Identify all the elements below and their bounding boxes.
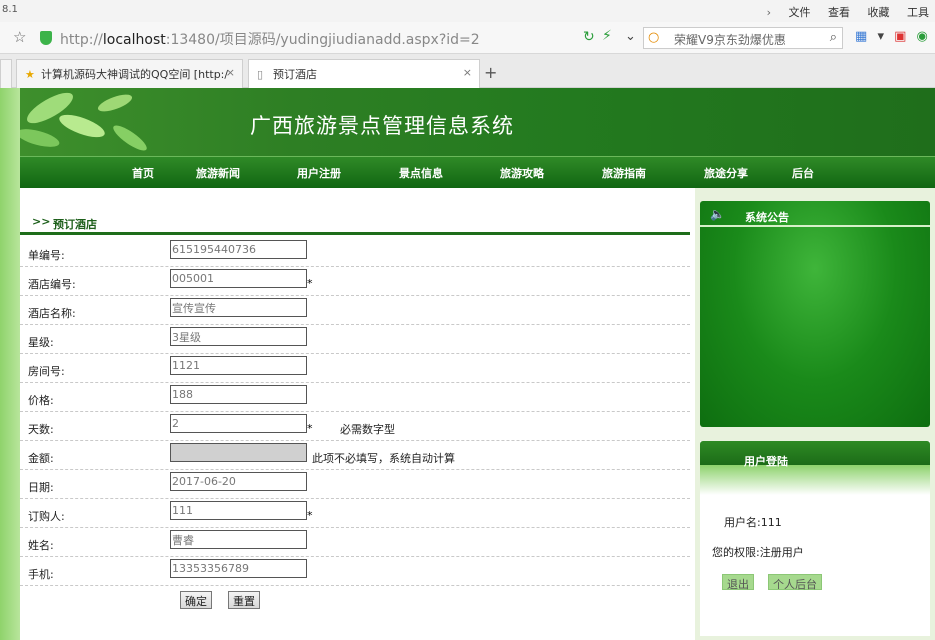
close-tab-icon[interactable]: ×	[463, 66, 472, 79]
nav-attractions[interactable]: 景点信息	[399, 165, 443, 181]
star-favicon-icon: ★	[25, 68, 35, 81]
browser-menu: › 文件 查看 收藏 工具	[753, 4, 929, 20]
form-buttons: 确定 重置	[20, 588, 690, 618]
left-decoration	[0, 88, 20, 640]
tab-hotel-booking[interactable]: ▯ 预订酒店 ×	[248, 59, 480, 89]
mail-icon[interactable]: ▣	[894, 29, 906, 44]
page-favicon-icon: ▯	[257, 68, 264, 81]
nav-admin[interactable]: 后台	[792, 165, 814, 181]
new-tab-button[interactable]: +	[484, 63, 497, 82]
notice-title: 系统公告	[745, 211, 789, 224]
search-engine-icon[interactable]: ○	[648, 30, 659, 45]
reset-button[interactable]: 重置	[228, 591, 260, 609]
chevron-right-icon[interactable]: ›	[767, 6, 771, 19]
speaker-icon: 🔈	[710, 207, 725, 221]
extension-icon[interactable]: ◉	[917, 29, 928, 44]
login-header	[700, 441, 930, 465]
section-title: 预订酒店	[53, 218, 97, 231]
nav-register[interactable]: 用户注册	[297, 165, 341, 181]
url-field[interactable]: http://localhost:13480/项目源码/yudingjiudia…	[60, 29, 480, 49]
form-row-buyer: 订购人: *	[20, 499, 690, 528]
days-input[interactable]	[170, 414, 307, 433]
menu-favorites[interactable]: 收藏	[868, 6, 890, 19]
nav-news[interactable]: 旅游新闻	[196, 165, 240, 181]
site-title: 广西旅游景点管理信息系统	[250, 114, 514, 138]
nav-home[interactable]: 首页	[132, 165, 154, 181]
date-input[interactable]	[170, 472, 307, 491]
menu-file[interactable]: 文件	[789, 6, 811, 19]
logout-button[interactable]: 退出	[722, 574, 754, 591]
order-no-input[interactable]	[170, 240, 307, 259]
form-row-name: 姓名:	[20, 528, 690, 557]
chevron-down-icon[interactable]: ⌄	[625, 29, 636, 44]
browser-title-strip: 8.1 › 文件 查看 收藏 工具	[0, 0, 935, 22]
form-row-room-no: 房间号:	[20, 354, 690, 383]
name-input[interactable]	[170, 530, 307, 549]
form-row-star: 星级:	[20, 325, 690, 354]
form-row-phone: 手机:	[20, 557, 690, 586]
address-bar: ☆ http://localhost:13480/项目源码/yudingjiud…	[0, 22, 935, 54]
favorite-star-icon[interactable]: ☆	[13, 28, 26, 46]
form-row-order-no: 单编号:	[20, 238, 690, 267]
notice-header: 🔈 系统公告	[700, 201, 930, 227]
form-row-days: 天数: * 必需数字型	[20, 412, 690, 441]
price-input[interactable]	[170, 385, 307, 404]
phone-input[interactable]	[170, 559, 307, 578]
room-no-input[interactable]	[170, 356, 307, 375]
lightning-icon[interactable]: ⚡	[602, 28, 612, 44]
section-header: >> 预订酒店	[20, 200, 690, 235]
notice-panel: 🔈 系统公告	[700, 201, 930, 427]
required-mark: *	[307, 422, 313, 435]
booking-panel: >> 预订酒店 单编号: 酒店编号: * 酒店名称: 星级: 房间号: 价格:	[20, 188, 695, 640]
tab-qq-space[interactable]: ★ 计算机源码大神调试的QQ空间 [http:/ ×	[16, 59, 243, 88]
nav-guides[interactable]: 旅游攻略	[500, 165, 544, 181]
toolbar-icons: ▦ ▾ ▣ ◉	[855, 29, 934, 44]
menu-view[interactable]: 查看	[828, 6, 850, 19]
login-header-fade	[700, 465, 930, 495]
double-arrow-icon: >>	[32, 215, 51, 228]
form-row-price: 价格:	[20, 383, 690, 412]
nav-tips[interactable]: 旅游指南	[602, 165, 646, 181]
confirm-button[interactable]: 确定	[180, 591, 212, 609]
login-title: 用户登陆	[744, 455, 788, 468]
login-panel: 用户登陆 用户名:111 您的权限:注册用户 退出 个人后台	[700, 441, 930, 636]
form-row-hotel-id: 酒店编号: *	[20, 267, 690, 296]
form-row-hotel-name: 酒店名称:	[20, 296, 690, 325]
required-mark: *	[307, 277, 313, 290]
main-nav: 首页 旅游新闻 用户注册 景点信息 旅游攻略 旅游指南 旅途分享 后台	[20, 156, 935, 188]
security-shield-icon	[40, 31, 52, 45]
leaves-decoration-icon	[20, 92, 147, 151]
close-tab-icon[interactable]: ×	[226, 66, 235, 79]
hotel-id-input[interactable]	[170, 269, 307, 288]
amount-hint: 此项不必填写，系统自动计算	[312, 452, 455, 465]
star-rating-input[interactable]	[170, 327, 307, 346]
required-mark: *	[307, 509, 313, 522]
menu-tools[interactable]: 工具	[907, 6, 929, 19]
refresh-icon[interactable]: ↻	[583, 29, 595, 45]
buyer-input[interactable]	[170, 501, 307, 520]
amount-input	[170, 443, 307, 462]
web-page: 广西旅游景点管理信息系统 首页 旅游新闻 用户注册 景点信息 旅游攻略 旅游指南…	[0, 88, 935, 640]
username-text: 用户名:111	[724, 516, 782, 529]
tab-partial[interactable]	[0, 59, 12, 88]
permission-text: 您的权限:注册用户	[712, 546, 804, 559]
days-hint: 必需数字型	[340, 423, 395, 436]
apps-grid-icon[interactable]: ▦	[855, 29, 867, 44]
version-label: 8.1	[2, 4, 18, 15]
search-input[interactable]: ○ 荣耀V9京东劲爆优惠 ⌕	[643, 27, 843, 49]
search-icon[interactable]: ⌕	[830, 30, 837, 45]
dropdown-arrow-icon[interactable]: ▾	[877, 29, 884, 44]
form-row-amount: 金额: 此项不必填写，系统自动计算	[20, 441, 690, 470]
personal-admin-button[interactable]: 个人后台	[768, 574, 822, 591]
nav-sharing[interactable]: 旅途分享	[704, 165, 748, 181]
form-row-date: 日期:	[20, 470, 690, 499]
tab-bar: ★ 计算机源码大神调试的QQ空间 [http:/ × ▯ 预订酒店 × +	[0, 54, 935, 89]
hotel-name-input[interactable]	[170, 298, 307, 317]
site-banner: 广西旅游景点管理信息系统	[20, 88, 935, 156]
